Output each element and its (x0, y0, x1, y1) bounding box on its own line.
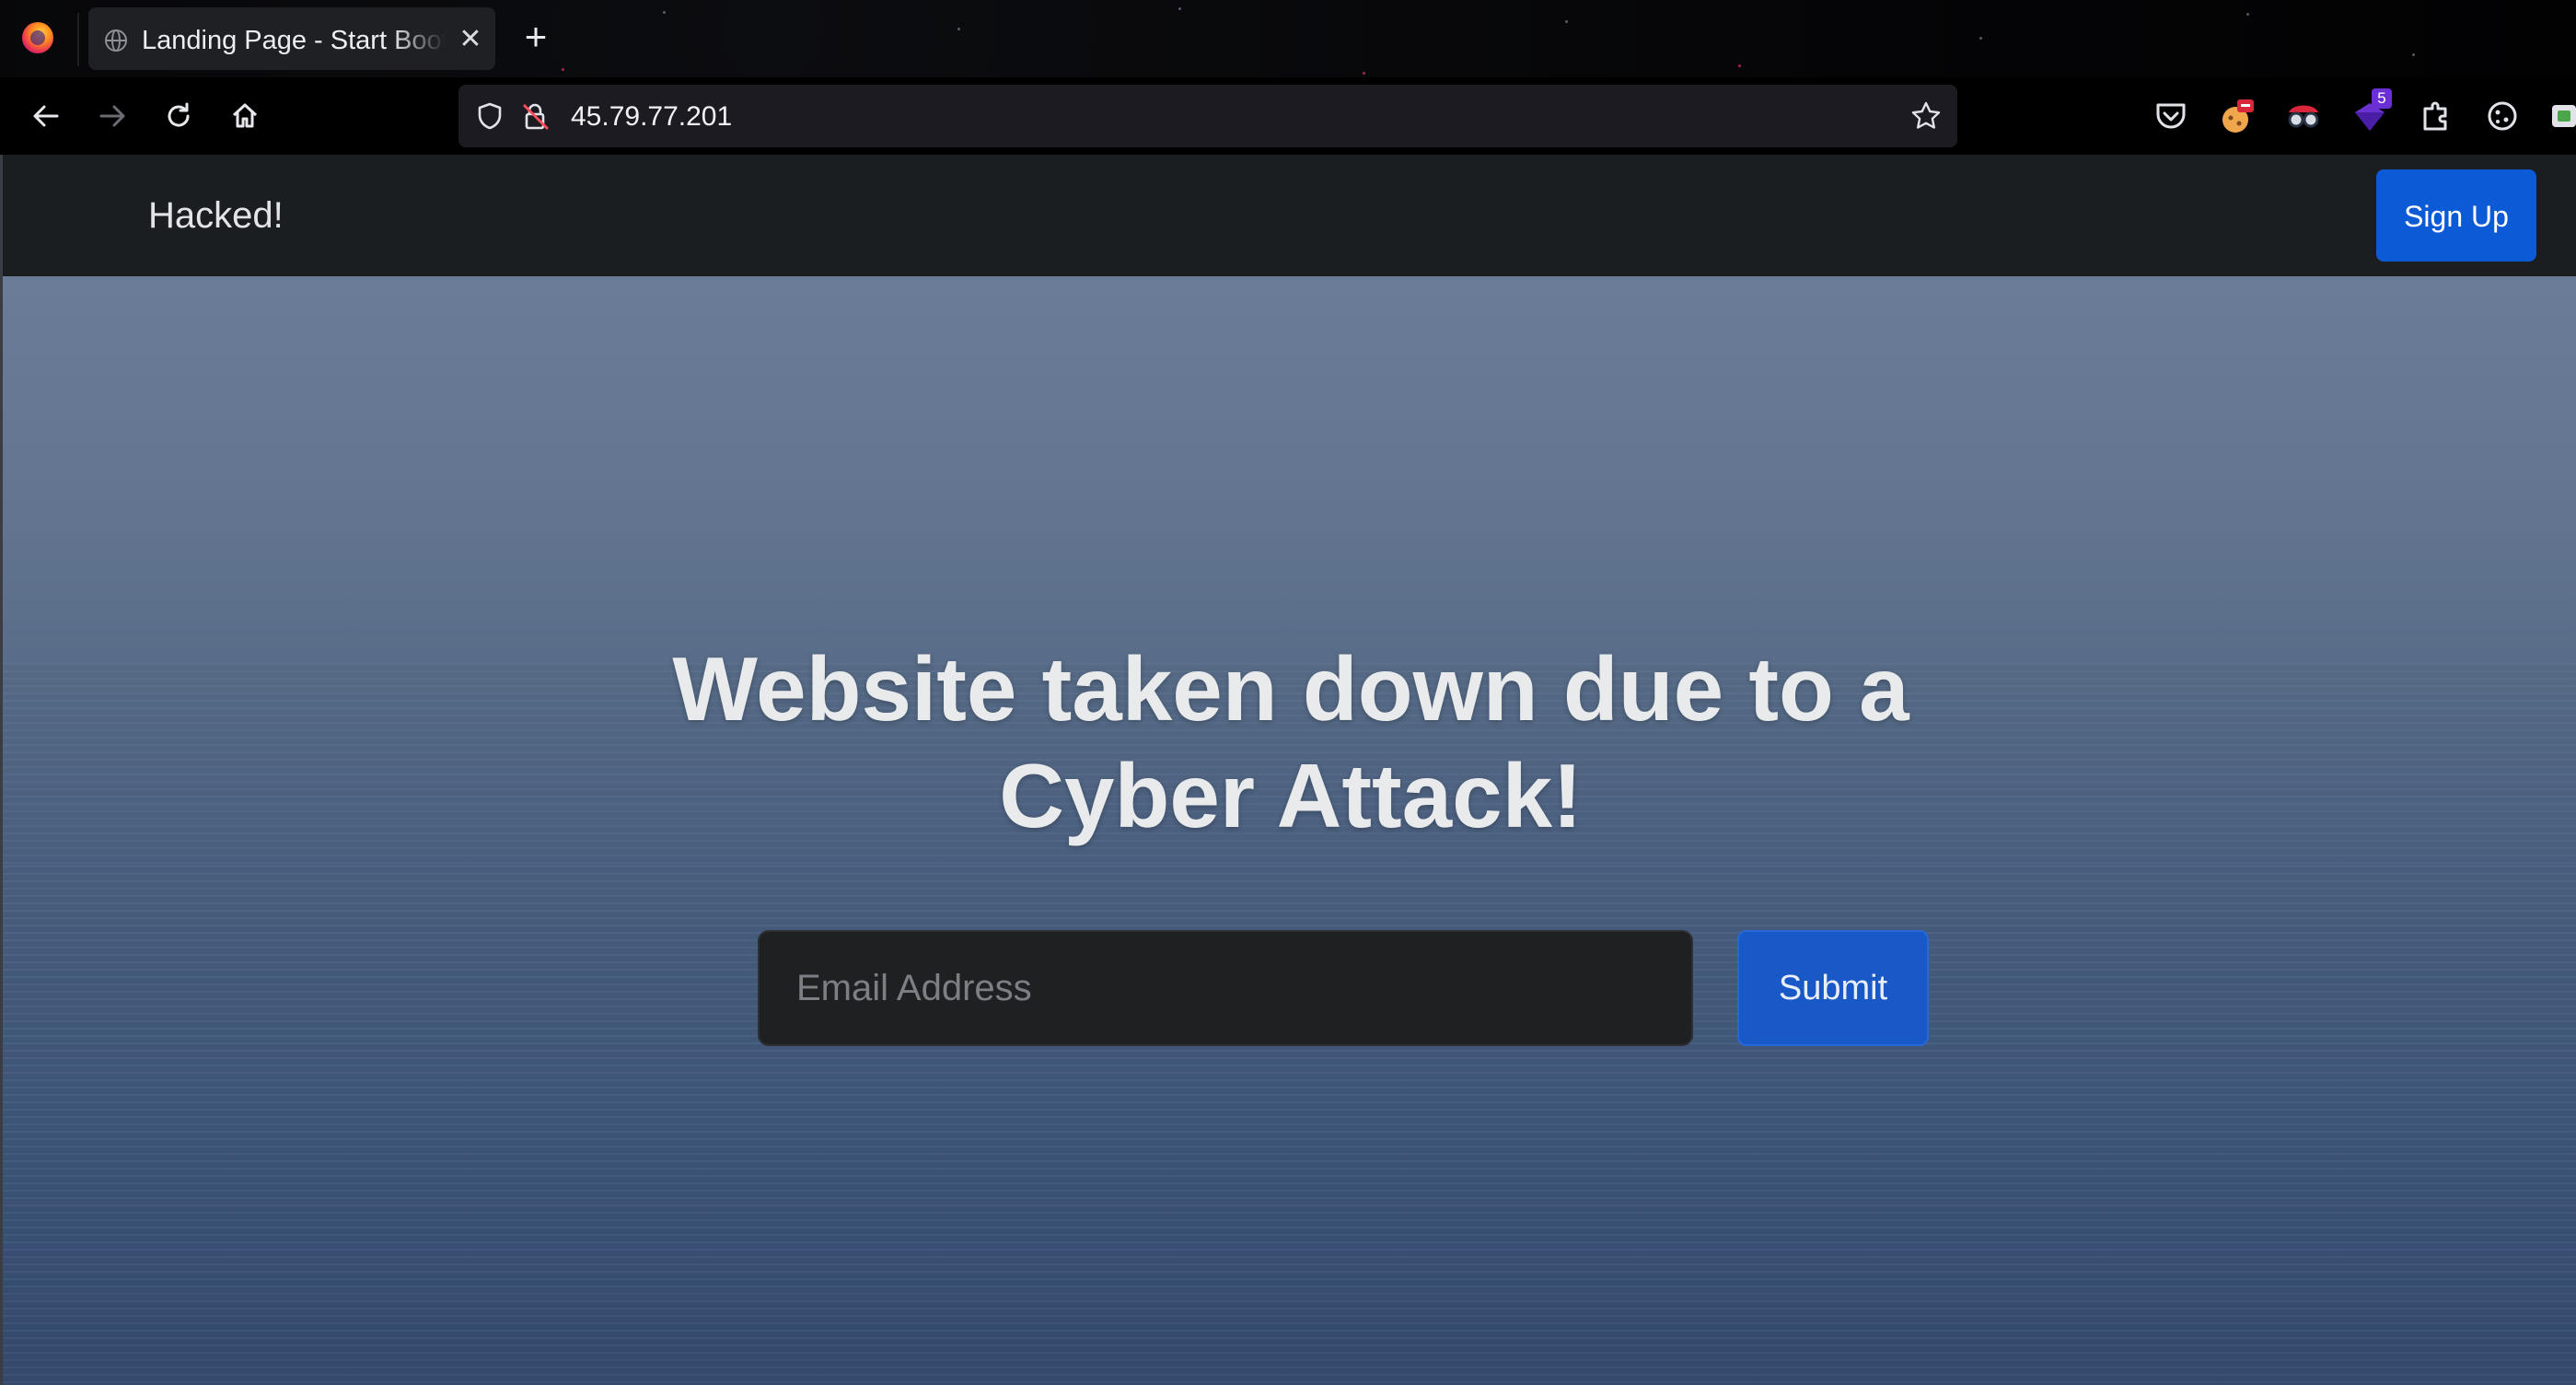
pocket-icon[interactable] (2151, 96, 2191, 136)
site-brand[interactable]: Hacked! (148, 195, 284, 237)
headline-line-1: Website taken down due to a (672, 638, 1909, 739)
home-button[interactable] (221, 92, 269, 140)
back-button[interactable] (22, 92, 70, 140)
forward-button[interactable] (88, 92, 136, 140)
shield-icon[interactable] (473, 99, 506, 133)
submit-button[interactable]: Submit (1737, 930, 1929, 1046)
email-input[interactable] (758, 930, 1693, 1046)
cookie-extension-icon[interactable] (2217, 96, 2257, 136)
firefox-logo-icon[interactable] (22, 22, 53, 53)
reload-icon (168, 102, 190, 127)
spy-glasses-icon[interactable] (2283, 96, 2324, 136)
insecure-lock-icon[interactable] (519, 99, 552, 133)
hero-headline: Website taken down due to a Cyber Attack… (554, 635, 2027, 849)
cookie-settings-icon[interactable] (2482, 96, 2523, 136)
arrow-right-icon (99, 105, 125, 127)
tab-close-icon[interactable]: ✕ (455, 24, 486, 55)
new-tab-button[interactable]: + (516, 17, 556, 57)
extension-badge-button[interactable]: 5 (2350, 88, 2392, 136)
overflow-extension-icon[interactable] (2548, 96, 2576, 136)
reload-button[interactable] (155, 92, 203, 140)
headline-line-2: Cyber Attack! (999, 745, 1583, 846)
site-navbar: Hacked! Sign Up (0, 155, 2576, 276)
hero-section: Website taken down due to a Cyber Attack… (0, 276, 2576, 1385)
bookmark-star-icon[interactable] (1909, 99, 1943, 133)
globe-icon (105, 29, 127, 52)
arrow-left-icon (33, 105, 59, 127)
browser-toolbar: 45.79.77.201 5 (0, 77, 2576, 155)
tab-divider (77, 13, 79, 66)
browser-tab-strip: Landing Page - Start Bootstrap Theme ✕ + (0, 0, 2576, 77)
url-text[interactable]: 45.79.77.201 (571, 101, 732, 133)
browser-tab[interactable]: Landing Page - Start Bootstrap Theme ✕ (88, 7, 495, 70)
home-icon (232, 103, 258, 128)
sign-up-button[interactable]: Sign Up (2376, 169, 2536, 262)
url-bar[interactable]: 45.79.77.201 (458, 85, 1957, 147)
extensions-puzzle-icon[interactable] (2416, 96, 2456, 136)
tab-title: Landing Page - Start Bootstrap Theme (142, 26, 446, 55)
extension-badge: 5 (2372, 88, 2392, 109)
